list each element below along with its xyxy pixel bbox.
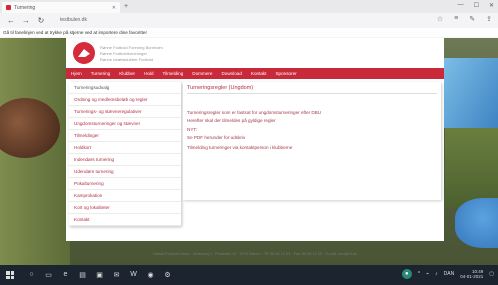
site-footer: Dansk Fodbold Union · Idrætsvej 1 · Post… — [153, 252, 357, 256]
sidebar-item[interactable]: Kort og lokaliteter — [69, 202, 181, 214]
share-icon[interactable]: ⇪ — [486, 15, 492, 23]
tray-up-icon[interactable]: ^ — [418, 271, 420, 277]
explorer-icon[interactable]: ▤ — [77, 269, 88, 280]
content-line: NYT: — [187, 127, 197, 132]
main-menu: Hjem Turnering Klubber Hold Tilmelding D… — [66, 68, 444, 79]
divider — [187, 93, 437, 94]
chrome-icon[interactable]: ◉ — [145, 269, 156, 280]
content-line: Tilmelding turneringer via kontaktperson… — [187, 145, 293, 150]
favorites-list-icon[interactable]: ≡ — [454, 15, 458, 23]
search-icon[interactable]: ○ — [26, 269, 37, 280]
sidebar-item[interactable]: Ordning og medlemsbeløb og regler — [69, 94, 181, 106]
tab-bar: Turnering ✕ + — ☐ ✕ — [0, 0, 498, 13]
sidebar-item[interactable]: Kontakt — [69, 214, 181, 226]
sidebar-item[interactable]: Turneringsudvalg — [69, 82, 181, 94]
bg-grass-right — [445, 128, 498, 208]
sidebar-item[interactable]: Holdkort — [69, 142, 181, 154]
sidebar-menu: Turneringsudvalg Ordning og medlemsbeløb… — [69, 82, 181, 226]
bg-blue-ball — [455, 198, 498, 248]
sidebar-item[interactable]: Tilmeldinger — [69, 130, 181, 142]
content-title: Turneringsregler (Ungdom) — [187, 85, 254, 91]
menu-item-download[interactable]: Download — [221, 71, 241, 76]
close-tab-icon[interactable]: ✕ — [112, 5, 116, 11]
favorite-star-icon[interactable]: ☆ — [437, 15, 443, 23]
sidebar-item[interactable]: Udendørs turnering — [69, 166, 181, 178]
menu-item-clubs[interactable]: Klubber — [119, 71, 135, 76]
settings-icon[interactable]: ⚙ — [162, 269, 173, 280]
browser-tab[interactable]: Turnering ✕ — [2, 2, 120, 13]
pdf-link[interactable]: Se PDF herunder for udskriv — [187, 135, 245, 140]
clock[interactable]: 10:49 04-01-2021 — [460, 269, 483, 279]
sidebar-item[interactable]: Ungdomsturneringer og stævner — [69, 118, 181, 130]
forward-icon[interactable]: → — [22, 16, 30, 25]
header-line-3: Rønne Idrætsklubber Fodbold — [100, 57, 154, 62]
mail-icon[interactable]: ✉ — [111, 269, 122, 280]
menu-item-signup[interactable]: Tilmelding — [163, 71, 184, 76]
sidebar-item[interactable]: Indendørs turnering — [69, 154, 181, 166]
address-bar[interactable]: testbulen.dk — [60, 16, 360, 25]
menu-item-referees[interactable]: Dommere — [192, 71, 212, 76]
clock-date: 04-01-2021 — [460, 274, 484, 279]
menu-item-sponsors[interactable]: Sponsorer — [275, 71, 296, 76]
store-icon[interactable]: ▣ — [94, 269, 105, 280]
notes-icon[interactable]: ✎ — [469, 15, 475, 23]
sidebar-item[interactable]: Pokalturnering — [69, 178, 181, 190]
favicon-icon — [6, 5, 11, 10]
taskbar: ○ ▭ e ▤ ▣ ✉ W ◉ ⚙ ● ^ ⌁ ♪ DAN 10:49 04-0… — [0, 265, 498, 285]
refresh-icon[interactable]: ↻ — [37, 16, 45, 25]
minimize-button[interactable]: — — [458, 2, 464, 9]
language-indicator[interactable]: DAN — [444, 271, 455, 277]
back-icon[interactable]: ← — [7, 16, 15, 25]
sidebar-item[interactable]: Kamprokation — [69, 190, 181, 202]
content-line: Herefter skal der tilmeldes på gyldige r… — [187, 118, 276, 123]
menu-item-home[interactable]: Hjem — [71, 71, 82, 76]
menu-item-teams[interactable]: Hold — [144, 71, 153, 76]
window-close-button[interactable]: ✕ — [489, 2, 494, 9]
volume-icon[interactable]: ♪ — [435, 271, 438, 277]
tab-title: Turnering — [14, 4, 36, 11]
menu-item-contact[interactable]: Kontakt — [251, 71, 267, 76]
notification-icon[interactable]: ▢ — [489, 271, 494, 277]
site-panel: Rønne Fodbold Forening Bornholm Rønne Fo… — [66, 38, 444, 241]
maximize-button[interactable]: ☐ — [474, 2, 479, 9]
content-box: Turneringsregler (Ungdom) Turneringsregl… — [183, 82, 441, 200]
task-view-icon[interactable]: ▭ — [43, 269, 54, 280]
word-icon[interactable]: W — [128, 269, 139, 280]
network-icon[interactable]: ⌁ — [426, 271, 429, 277]
bg-sky — [440, 58, 498, 128]
content-line: Turneringsregler som er fastsat for ungd… — [187, 110, 322, 115]
favorites-infobar: Gå til fanelinjen ved at trykke på stjer… — [0, 28, 498, 37]
browser-chrome: Turnering ✕ + — ☐ ✕ ← → ↻ testbulen.dk ☆… — [0, 0, 498, 38]
new-tab-button[interactable]: + — [124, 3, 128, 10]
menu-item-tournament[interactable]: Turnering — [91, 71, 111, 76]
windows-start-icon[interactable] — [6, 271, 14, 279]
tray-app-icon[interactable]: ● — [401, 269, 412, 279]
sidebar-item[interactable]: Turnerings- og stævneregulativer — [69, 106, 181, 118]
site-header: Rønne Fodbold Forening Bornholm Rønne Fo… — [66, 38, 444, 68]
edge-icon[interactable]: e — [60, 269, 71, 280]
club-logo[interactable] — [73, 42, 95, 64]
